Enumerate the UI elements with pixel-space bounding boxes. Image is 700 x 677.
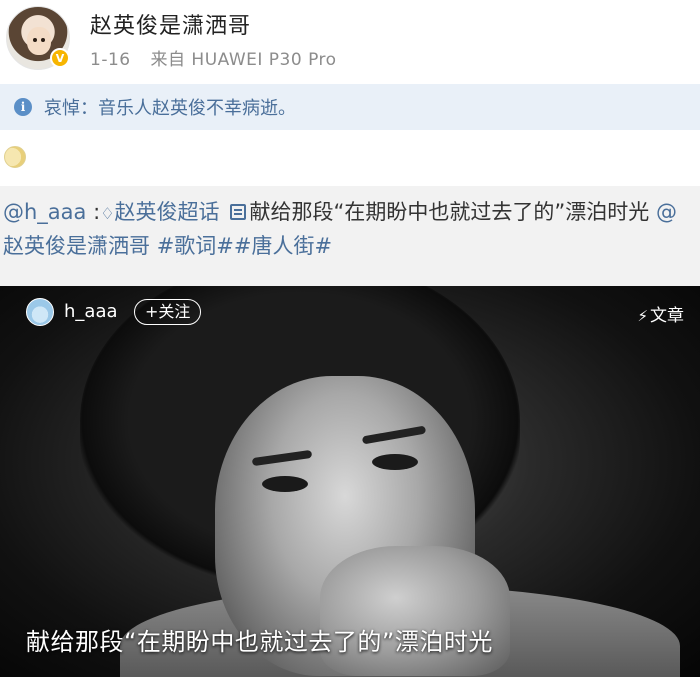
article-card[interactable]: h_aaa +关注 ⚡ 文章 献给那段“在期盼中也就过去了的”漂泊时光	[0, 286, 700, 677]
notice-banner[interactable]: i 哀悼：音乐人赵英俊不幸病逝。	[0, 84, 700, 130]
document-icon	[229, 204, 246, 220]
avatar-eye	[41, 38, 45, 42]
photo-eye	[372, 454, 418, 470]
avatar-face	[27, 27, 51, 55]
repost-user-mention[interactable]: @h_aaa	[3, 200, 86, 224]
repost-colon: :	[86, 200, 101, 224]
follow-button[interactable]: +关注	[134, 299, 202, 325]
post-meta: 1-16 来自 HUAWEI P30 Pro	[90, 45, 337, 70]
avatar-eye	[33, 38, 37, 42]
verified-badge-icon: V	[50, 48, 70, 68]
hashtags[interactable]: #歌词##唐人街#	[157, 234, 332, 258]
super-topic-label: 赵英俊超话	[114, 200, 220, 224]
post-time: 1-16	[90, 50, 131, 70]
moon-emoji-icon	[4, 146, 26, 168]
article-tag: ⚡ 文章	[637, 301, 684, 326]
emoji-row	[0, 131, 700, 185]
card-caption: 献给那段“在期盼中也就过去了的”漂泊时光	[26, 628, 493, 656]
article-label: 文章	[650, 306, 684, 326]
info-icon: i	[14, 98, 32, 116]
repost-block[interactable]: @h_aaa :♢赵英俊超话 献给那段“在期盼中也就过去了的”漂泊时光 @赵英俊是…	[0, 186, 700, 286]
diamond-icon: ♢	[100, 204, 115, 223]
author-name[interactable]: 赵英俊是潇洒哥	[90, 8, 251, 40]
post-device: HUAWEI P30 Pro	[191, 50, 337, 70]
card-avatar[interactable]	[26, 298, 54, 326]
repost-content: @h_aaa :♢赵英俊超话 献给那段“在期盼中也就过去了的”漂泊时光 @赵英俊是…	[3, 196, 697, 262]
post-source-prefix: 来自	[150, 50, 186, 70]
repost-text: 献给那段“在期盼中也就过去了的”漂泊时光	[249, 200, 650, 224]
card-username[interactable]: h_aaa	[64, 301, 118, 322]
super-topic-link[interactable]: ♢赵英俊超话	[100, 200, 219, 224]
photo-eye	[262, 476, 308, 492]
lightning-icon: ⚡	[637, 307, 648, 325]
notice-text: 哀悼：音乐人赵英俊不幸病逝。	[44, 98, 296, 119]
post-header: V 赵英俊是潇洒哥 1-16 来自 HUAWEI P30 Pro	[0, 0, 700, 82]
